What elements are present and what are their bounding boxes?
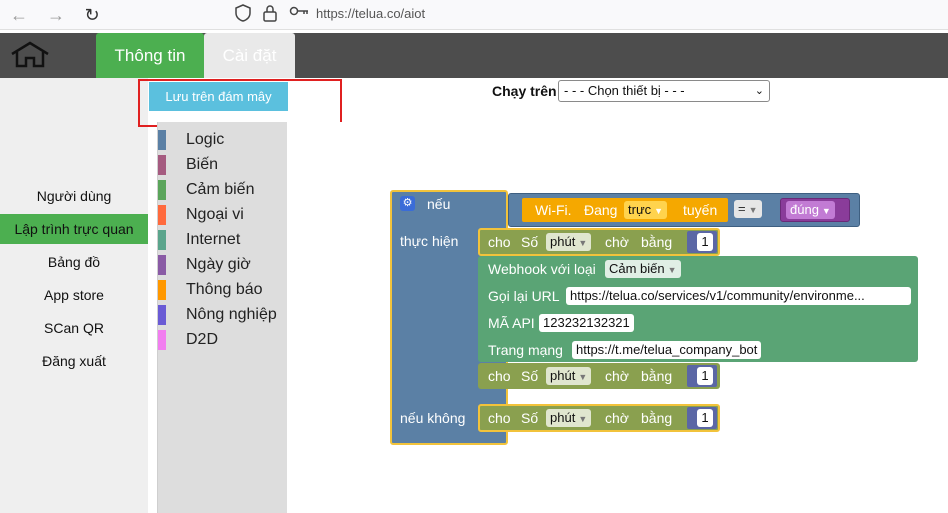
wait-unit-label: Số bbox=[521, 410, 539, 426]
chevron-down-icon: ▼ bbox=[578, 238, 588, 248]
sidebar-item-users[interactable]: Người dùng bbox=[0, 181, 148, 211]
number-input[interactable]: 1 bbox=[697, 367, 713, 385]
sidebar-item-scan-qr[interactable]: SCan QR bbox=[0, 313, 148, 343]
chevron-down-icon: ▼ bbox=[821, 206, 831, 216]
wait-prefix: cho bbox=[488, 410, 511, 426]
gear-icon[interactable]: ⚙ bbox=[400, 196, 415, 211]
site-label: Trang mạng bbox=[488, 342, 563, 358]
wait-unit-dropdown[interactable]: phút ▼ bbox=[546, 409, 592, 427]
wifi-text: Wi-Fi. bbox=[535, 202, 572, 218]
wait-label: chờ bbox=[605, 368, 629, 384]
address-bar-url[interactable]: https://telua.co/aiot bbox=[316, 6, 425, 21]
wait-unit-dropdown[interactable]: phút ▼ bbox=[546, 233, 592, 251]
boolean-dropdown[interactable]: đúng ▼ bbox=[786, 201, 835, 219]
equals-label: bằng bbox=[641, 234, 673, 250]
chevron-down-icon: ▼ bbox=[654, 206, 664, 216]
wifi-suffix-text: tuyến bbox=[683, 202, 718, 218]
wait-block[interactable] bbox=[478, 228, 720, 256]
category-color-swatch bbox=[158, 280, 166, 300]
sidebar-item-visual-programming[interactable]: Lập trình trực quan bbox=[0, 214, 148, 244]
category-color-swatch bbox=[158, 130, 166, 150]
app-header: Thông tin Cài đặt bbox=[0, 33, 948, 78]
back-arrow-icon[interactable]: ← bbox=[8, 4, 30, 26]
wait-unit-label: Số bbox=[521, 368, 539, 384]
chevron-down-icon: ▼ bbox=[667, 265, 677, 275]
category-color-swatch bbox=[158, 330, 166, 350]
lock-icon[interactable] bbox=[260, 4, 280, 24]
device-select-value: - - - Chọn thiết bị - - - bbox=[564, 83, 685, 98]
number-input[interactable]: 1 bbox=[697, 233, 713, 251]
equals-label: bằng bbox=[641, 410, 673, 426]
tab-settings[interactable]: Cài đặt bbox=[204, 33, 295, 78]
number-input[interactable]: 1 bbox=[697, 409, 713, 427]
number-block[interactable]: 1 bbox=[687, 407, 717, 429]
else-label: nếu không bbox=[400, 410, 466, 426]
category-color-swatch bbox=[158, 230, 166, 250]
browser-toolbar: ← → ↻ https://telua.co/aiot bbox=[0, 0, 948, 30]
category-color-swatch bbox=[158, 305, 166, 325]
reload-icon[interactable]: ↻ bbox=[81, 4, 103, 26]
key-permission-icon[interactable] bbox=[289, 4, 309, 24]
webhook-type-dropdown[interactable]: Cảm biến ▼ bbox=[605, 260, 681, 278]
sidebar: Người dùng Lập trình trực quan Bảng đồ A… bbox=[0, 78, 148, 513]
webhook-title: Webhook với loại bbox=[488, 261, 596, 277]
sidebar-item-app-store[interactable]: App store bbox=[0, 280, 148, 310]
number-block[interactable]: 1 bbox=[687, 231, 717, 253]
wait-label: chờ bbox=[605, 234, 629, 250]
run-on-label: Chạy trên bbox=[492, 83, 557, 99]
api-key-label: MÃ API bbox=[488, 315, 535, 331]
chevron-down-icon: ▼ bbox=[748, 205, 758, 215]
category-color-swatch bbox=[158, 255, 166, 275]
tab-info[interactable]: Thông tin bbox=[96, 33, 204, 78]
sidebar-item-map[interactable]: Bảng đồ bbox=[0, 247, 148, 277]
wifi-state-dropdown[interactable]: trực ▼ bbox=[624, 201, 668, 219]
device-select[interactable]: - - - Chọn thiết bị - - - ⌄ bbox=[558, 80, 770, 102]
category-color-swatch bbox=[158, 155, 166, 175]
category-color-swatch bbox=[158, 205, 166, 225]
shield-icon[interactable] bbox=[233, 4, 253, 24]
api-key-field[interactable]: 123232132321 bbox=[539, 314, 634, 332]
chevron-down-icon: ⌄ bbox=[754, 85, 764, 97]
category-color-swatch bbox=[158, 180, 166, 200]
wait-unit-dropdown[interactable]: phút ▼ bbox=[546, 367, 592, 385]
wait-block[interactable] bbox=[478, 363, 720, 389]
wifi-status-text: Đang bbox=[584, 202, 618, 218]
home-icon[interactable] bbox=[10, 40, 50, 70]
then-label: thực hiện bbox=[400, 233, 459, 249]
equals-label: bằng bbox=[641, 368, 673, 384]
forward-arrow-icon[interactable]: → bbox=[45, 4, 67, 26]
wait-unit-label: Số bbox=[521, 234, 539, 250]
operator-dropdown[interactable]: = ▼ bbox=[734, 200, 762, 218]
if-label: nếu bbox=[427, 196, 451, 212]
wait-prefix: cho bbox=[488, 368, 511, 384]
callback-url-label: Gọi lại URL bbox=[488, 288, 560, 304]
chevron-down-icon: ▼ bbox=[578, 372, 588, 382]
block-toolbox: Logic Biến Cảm biến Ngoại vi Internet Ng… bbox=[157, 122, 287, 513]
wait-prefix: cho bbox=[488, 234, 511, 250]
wait-label: chờ bbox=[605, 410, 629, 426]
number-block[interactable]: 1 bbox=[687, 365, 717, 387]
chevron-down-icon: ▼ bbox=[578, 414, 588, 424]
sidebar-item-logout[interactable]: Đăng xuất bbox=[0, 346, 148, 376]
callback-url-field[interactable]: https://telua.co/services/v1/community/e… bbox=[566, 287, 911, 305]
site-field[interactable]: https://t.me/telua_company_bot bbox=[572, 341, 762, 359]
highlight-box bbox=[138, 79, 342, 127]
wait-block[interactable] bbox=[478, 404, 720, 432]
